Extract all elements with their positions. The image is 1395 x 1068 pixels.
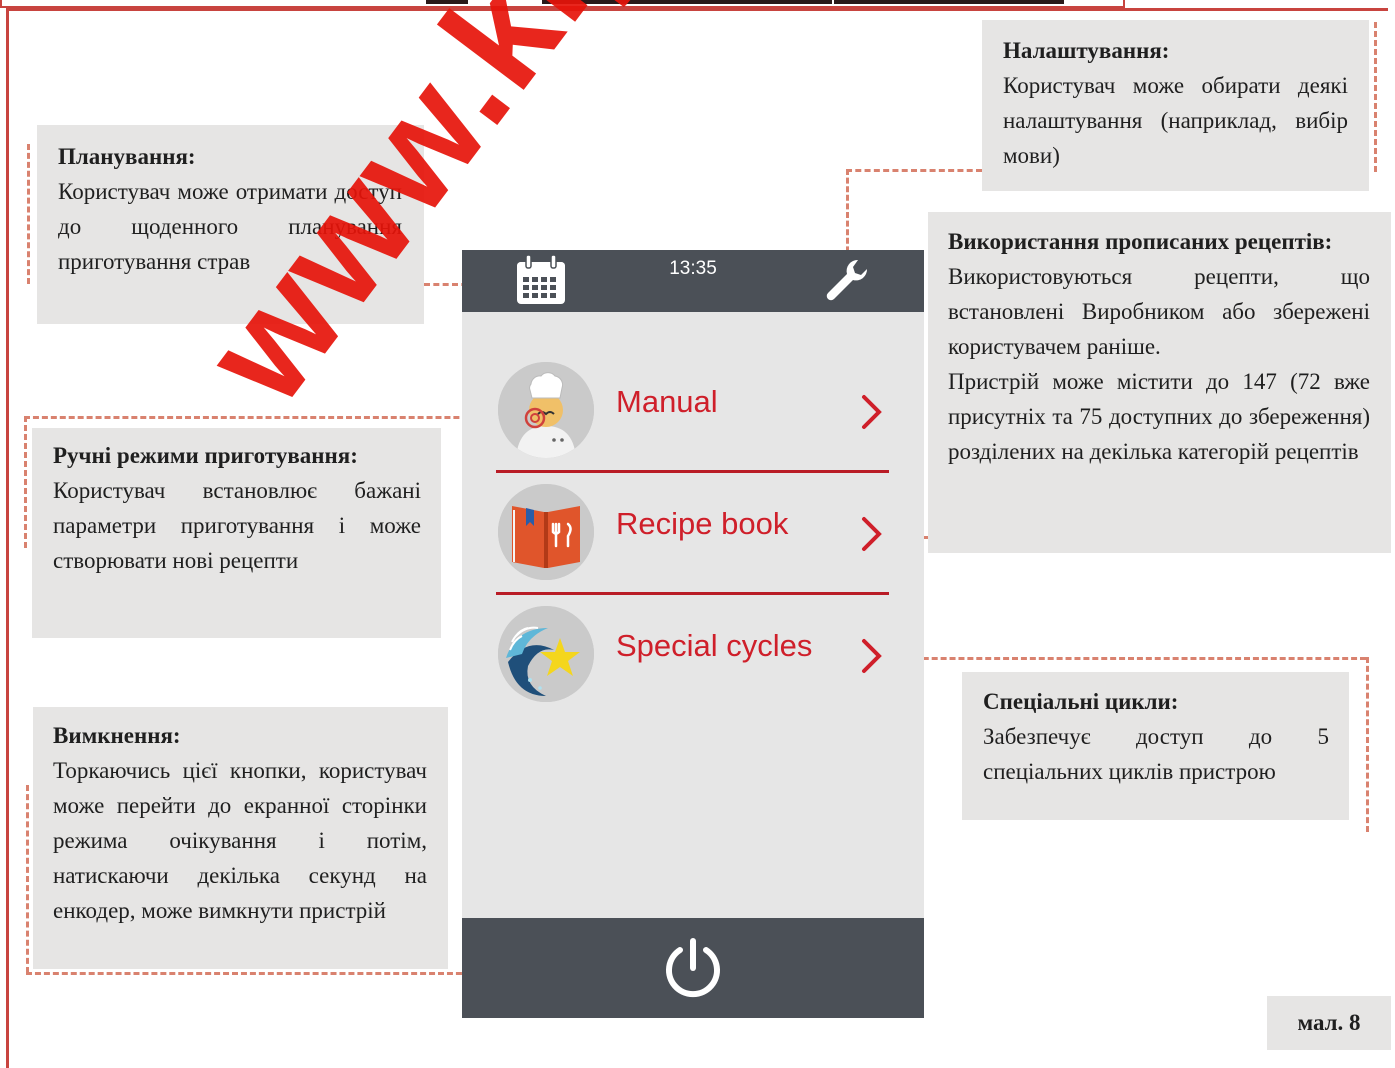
connector-manual-v (24, 416, 27, 548)
chevron-right-icon (860, 516, 884, 557)
special-cycles-icon (498, 606, 594, 702)
connector-settings-right (1374, 22, 1377, 172)
connector-shutdown-v (26, 785, 29, 973)
menu-item-manual[interactable]: Manual (496, 352, 891, 464)
note-special-title: Спеціальні цикли: (983, 689, 1179, 714)
power-icon[interactable] (662, 936, 724, 1005)
note-shutdown: Вимкнення: Торкаючись цієї кнопки, корис… (33, 707, 448, 969)
connector-special (896, 657, 1366, 660)
note-manual-title: Ручні режими приготування: (53, 443, 358, 468)
note-settings: Налаштування: Користувач може обирати де… (982, 20, 1369, 191)
connector-planning-v (27, 144, 30, 284)
chevron-right-icon (860, 638, 884, 679)
divider (496, 592, 889, 595)
note-manual: Ручні режими приготування: Користувач вс… (32, 428, 441, 638)
status-bar: 13:35 (462, 250, 924, 312)
note-shutdown-title: Вимкнення: (53, 723, 181, 748)
connector-manual (24, 416, 522, 419)
device-screen: 13:35 Manual Recipe book Special cycles (462, 250, 924, 1018)
note-settings-body: Користувач може обирати деякі налаштуван… (1003, 73, 1348, 168)
figure-label: мал. 8 (1267, 996, 1391, 1050)
note-recipes: Використання прописаних рецептів: Викори… (928, 212, 1391, 553)
note-planning-title: Планування: (58, 144, 196, 169)
menu-recipe-book-label: Recipe book (616, 506, 789, 541)
note-special-body: Забезпечує доступ до 5 спеціальних циклі… (983, 724, 1329, 784)
menu-item-recipe-book[interactable]: Recipe book (496, 474, 891, 586)
menu-manual-label: Manual (616, 384, 718, 419)
note-recipes-title: Використання прописаних рецептів: (948, 229, 1333, 254)
wrench-icon[interactable] (824, 258, 872, 311)
note-shutdown-body: Торкаючись цієї кнопки, користувач може … (53, 758, 427, 923)
note-special: Спеціальні цикли: Забезпечує доступ до 5… (962, 672, 1349, 820)
note-manual-body: Користувач встановлює бажані параметри п… (53, 478, 421, 573)
chef-icon (498, 362, 594, 458)
header-strip (0, 0, 1125, 8)
connector-special-v (1366, 657, 1369, 832)
menu-special-cycles-label: Special cycles (616, 628, 813, 663)
note-planning-body: Користувач може отримати доступ до щоден… (58, 179, 402, 274)
bottom-bar (462, 918, 924, 1018)
divider (496, 470, 889, 473)
connector-settings-v (846, 169, 849, 261)
note-recipes-body-2: Пристрій може містити до 147 (72 вже при… (948, 369, 1370, 464)
note-settings-title: Налаштування: (1003, 38, 1170, 63)
chevron-right-icon (860, 394, 884, 435)
connector-settings-h (846, 169, 982, 172)
menu-item-special-cycles[interactable]: Special cycles (496, 596, 891, 708)
note-recipes-body: Використовуються рецепти, що встановлені… (948, 264, 1370, 359)
recipe-book-icon (498, 484, 594, 580)
note-planning: Планування: Користувач може отримати дос… (37, 125, 424, 324)
